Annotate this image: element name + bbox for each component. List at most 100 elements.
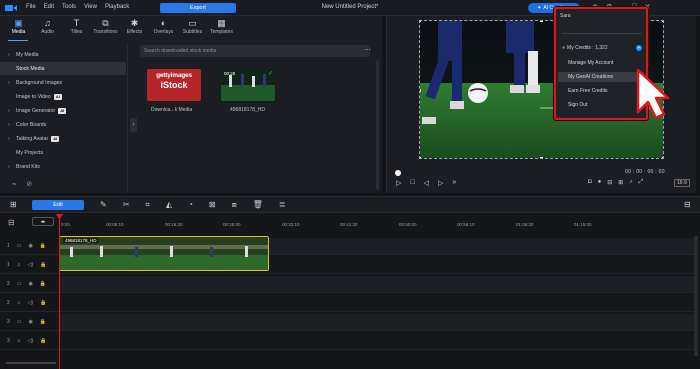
tab-effects[interactable]: ✱ Effects (120, 18, 149, 40)
collapse-sidebar-button[interactable]: ‹ (130, 118, 137, 132)
menu-view[interactable]: View (84, 4, 97, 10)
lock-icon[interactable]: 🔒 (40, 300, 46, 306)
timeline-clip[interactable]: 496818178_HD (59, 236, 269, 271)
tab-media[interactable]: ▣ Media (4, 18, 33, 40)
tab-templates[interactable]: ▦ Templates (207, 18, 236, 40)
tool-icons: ✎ ✂ ⌗ ◭ ◔ ⊠ ⧈ 🗑 ≣ (100, 200, 286, 210)
aspect-ratio-button[interactable]: 16:9 (674, 179, 690, 187)
sidebar-item-my-projects[interactable]: My Projects (0, 146, 126, 159)
tab-overlays[interactable]: ◐ Overlays (149, 18, 178, 40)
speed-icon[interactable]: ◔ (188, 200, 193, 210)
snapshot-icon[interactable]: ◘ (588, 179, 592, 186)
plugin-icon[interactable]: ⌁ (12, 180, 16, 188)
export-button[interactable]: Export (160, 3, 236, 13)
menu-tools[interactable]: Tools (62, 4, 76, 10)
sidebar-item-talking-avatar[interactable]: › Talking Avatar AI (0, 132, 126, 145)
fullscreen-icon[interactable]: ⤢ (638, 179, 643, 186)
lock-icon[interactable]: 🔒 (40, 281, 46, 287)
ai-badge: AI (53, 93, 62, 100)
fit-timeline-icon[interactable]: ◂▸ (32, 217, 54, 226)
lock-icon[interactable]: 🔒 (40, 319, 46, 325)
fast-forward-icon[interactable]: » (452, 179, 456, 187)
remove-gaps-icon[interactable]: ≣ (279, 200, 286, 210)
pen-icon[interactable]: ✎ (100, 200, 107, 210)
media-scrollbar[interactable] (376, 60, 379, 190)
menu-item-manage-account[interactable]: Manage My Account (568, 60, 613, 66)
lock-icon[interactable]: 🔒 (40, 262, 46, 268)
preview-tools: ◘ ● ⊟ ⊞ ♪ ⤢ (588, 179, 643, 186)
stop-icon[interactable]: □ (410, 179, 414, 187)
tab-audio[interactable]: ♫ Audio (33, 18, 62, 40)
stock-media-thumbnail[interactable]: gettyimages iStock (147, 69, 201, 101)
track-header-audio-2: 2 ♫ ◁) 🔒 (0, 295, 58, 312)
sidebar-item-my-media[interactable]: › My Media (0, 48, 126, 61)
playhead[interactable] (59, 214, 60, 369)
lock-icon[interactable]: 🔒 (40, 338, 46, 344)
track-lane[interactable] (58, 333, 694, 350)
edit-button[interactable]: Edit (32, 200, 84, 210)
visibility-icon[interactable]: ◉ (29, 319, 33, 325)
visibility-icon[interactable]: ◉ (29, 243, 33, 249)
sidebar-item-background-images[interactable]: › Background Images (0, 76, 126, 89)
gettyimages-logo: gettyimages (156, 72, 192, 79)
monitor-icon[interactable]: ⊟ (607, 179, 612, 186)
sidebar-item-image-to-video[interactable]: Image to Video AI (0, 90, 126, 103)
sidebar-item-stock-media[interactable]: Stock Media (0, 62, 126, 75)
track-lane[interactable] (58, 276, 694, 293)
tab-transitions[interactable]: ⧉ Transitions (91, 18, 120, 40)
audio-track-icon: ♫ (16, 300, 21, 306)
menu-item-my-genai-creations[interactable]: My GenAI Creations (568, 74, 613, 80)
track-lane[interactable] (58, 295, 694, 312)
search-input[interactable]: Search downloaded stock media (140, 45, 370, 57)
track-header-audio-3: 3 ♫ ◁) 🔒 (0, 333, 58, 350)
crop-icon[interactable]: ⌗ (145, 200, 150, 210)
safe-zone-icon[interactable]: ⊞ (618, 179, 623, 186)
subtitles-icon: ▭ (188, 18, 197, 28)
tab-subtitles[interactable]: ▭ Subtitles (178, 18, 207, 40)
sidebar-item-image-generator[interactable]: › Image Generator AI (0, 104, 126, 117)
transform-icon[interactable]: ⧈ (232, 200, 237, 210)
more-options-icon[interactable]: ⋯ (364, 46, 371, 54)
lock-icon[interactable]: 🔒 (40, 243, 46, 249)
fix-enhance-icon[interactable]: ⊠ (209, 200, 216, 210)
video-thumbnail[interactable]: 00:28 ✓ (221, 69, 275, 101)
split-icon[interactable]: ✂ (123, 200, 130, 210)
menu-edit[interactable]: Edit (44, 4, 54, 10)
checkmark-icon: ✓ (267, 71, 273, 77)
zoom-slider[interactable] (6, 362, 56, 364)
sidebar-item-color-boards[interactable]: › Color Boards (0, 118, 126, 131)
overlays-icon: ◐ (160, 18, 167, 28)
sidebar-item-brand-kits[interactable]: › Brand Kits (0, 160, 126, 173)
next-frame-icon[interactable]: ▷ (438, 179, 443, 187)
timeline-ruler[interactable]: 0;00 00:08:10 00:16:20 00:25:00 00:33:10… (58, 216, 694, 234)
clip-label: 496818178_HD (63, 238, 99, 243)
remove-icon[interactable]: ⊘ (26, 180, 32, 188)
menu-file[interactable]: File (26, 4, 36, 10)
add-credits-button[interactable]: + (636, 45, 642, 51)
mute-icon[interactable]: ◁) (28, 300, 34, 306)
menu-playback[interactable]: Playback (105, 4, 129, 10)
media-icon: ▣ (14, 18, 23, 28)
timeline-vertical-scrollbar[interactable] (694, 236, 698, 356)
menu-item-earn-credits[interactable]: Earn Free Credits (568, 88, 607, 94)
visibility-icon[interactable]: ◉ (29, 281, 33, 287)
mute-icon[interactable]: ◁) (28, 262, 34, 268)
track-header-audio-1: 1 ♫ ◁) 🔒 (0, 257, 58, 274)
media-sidebar: › My Media Stock Media › Background Images… (0, 44, 128, 193)
track-lane[interactable] (58, 314, 694, 331)
track-manager-icon[interactable]: ⊟ (8, 218, 15, 227)
sidebar-footer: ⌁ ⊘ (12, 180, 32, 188)
playback-position-handle[interactable] (395, 170, 401, 176)
record-icon[interactable]: ● (598, 179, 602, 186)
tab-titles[interactable]: T Titles (62, 18, 91, 40)
delete-icon[interactable]: 🗑 (253, 200, 263, 210)
timeline-options-icon[interactable]: ⊟ (684, 200, 691, 209)
play-icon[interactable]: ▷ (396, 179, 401, 187)
flip-icon[interactable]: ◭ (166, 200, 172, 210)
mute-icon[interactable]: ◁) (28, 338, 34, 344)
volume-icon[interactable]: ♪ (629, 179, 632, 186)
menu-item-sign-out[interactable]: Sign Out (568, 102, 587, 108)
templates-icon: ▦ (217, 18, 226, 28)
previous-frame-icon[interactable]: ◁ (424, 179, 429, 187)
add-media-icon[interactable]: ⊞ (10, 200, 17, 209)
